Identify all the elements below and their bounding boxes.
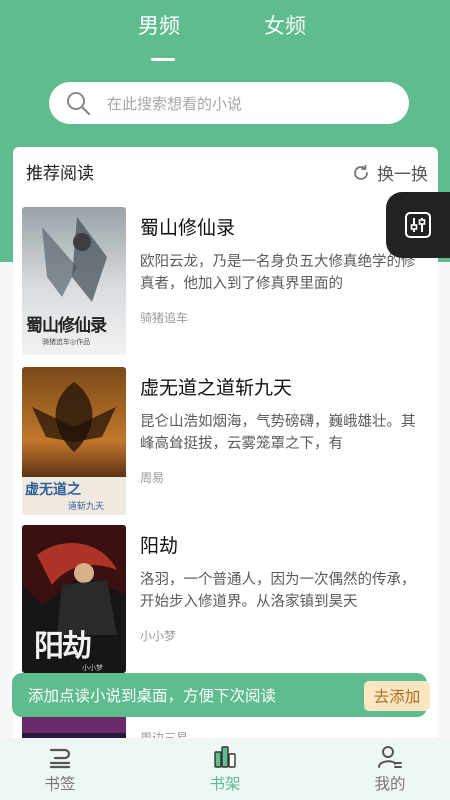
- gender-tabs: 男频 女频: [0, 10, 450, 70]
- recommend-header: 推荐阅读 换一换: [13, 147, 438, 193]
- tab-male[interactable]: 男频: [138, 10, 180, 40]
- nav-label: 我的: [374, 775, 406, 793]
- search-placeholder: 在此搜索想看的小说: [107, 94, 243, 113]
- add-to-desktop-button[interactable]: 去添加: [364, 681, 430, 711]
- recommend-card: 推荐阅读 换一换 蜀山修仙录 骑猪追车◎作品 蜀山修仙录 欧阳云龙，乃是一名身负…: [13, 147, 438, 747]
- settings-float-button[interactable]: [386, 192, 450, 258]
- refresh-label: 换一换: [377, 165, 428, 185]
- sliders-icon: [405, 212, 431, 238]
- nav-item-bookmark[interactable]: 书签: [20, 744, 100, 794]
- cover-title: 阳劫: [34, 629, 92, 664]
- tab-indicator: [151, 58, 175, 61]
- book-cover: 阳劫 小小梦: [22, 525, 126, 673]
- add-to-desktop-banner: 添加点读小说到桌面，方便下次阅读 去添加: [12, 673, 430, 717]
- book-cover: 蜀山修仙录 骑猪追车◎作品: [22, 207, 126, 355]
- book-item[interactable]: 阳劫 小小梦 阳劫 洛羽，一个普通人，因为一次偶然的传承，开始步入修道界。从洛家…: [22, 525, 432, 675]
- bookmark-icon: [49, 748, 71, 769]
- cover-title: 蜀山修仙录: [26, 316, 107, 336]
- refresh-icon: [354, 164, 368, 180]
- search-icon: [67, 92, 91, 116]
- cover-title: 虚无道之: [25, 482, 81, 498]
- book-description: 洛羽，一个普通人，因为一次偶然的传承，开始步入修道界。从洛家镇到昊天: [140, 572, 416, 610]
- book-item[interactable]: 虚无道之 道斩九天 虚无道之道斩九天 昆仑山浩如烟海，气势磅礴，巍峨雄壮。其峰高…: [22, 367, 432, 517]
- nav-label: 书架: [209, 775, 241, 793]
- banner-text: 添加点读小说到桌面，方便下次阅读: [28, 687, 277, 705]
- bottom-nav: 书签 书架 我的: [0, 738, 450, 800]
- user-icon: [378, 746, 402, 768]
- book-title: 阳劫: [140, 535, 179, 557]
- cover-subtitle: 道斩九天: [68, 502, 105, 512]
- book-title: 蜀山修仙录: [140, 217, 236, 239]
- book-author: 小小梦: [140, 629, 177, 643]
- bookshelf-icon: [214, 746, 236, 768]
- nav-item-mine[interactable]: 我的: [350, 744, 430, 794]
- search-bar[interactable]: 在此搜索想看的小说: [49, 82, 409, 124]
- tab-female[interactable]: 女频: [264, 10, 306, 40]
- book-title: 虚无道之道斩九天: [140, 377, 293, 399]
- nav-label: 书签: [44, 775, 76, 793]
- refresh-button[interactable]: 换一换: [351, 160, 428, 185]
- book-author: 周易: [140, 471, 165, 485]
- cover-subtitle: 小小梦: [82, 664, 103, 672]
- book-description: 昆仑山浩如烟海，气势磅礴，巍峨雄壮。其峰高耸挺拔，云雾笼罩之下，有: [140, 414, 416, 452]
- book-author: 骑猪追车: [140, 311, 189, 325]
- nav-item-bookshelf[interactable]: 书架: [185, 744, 265, 794]
- recommend-title: 推荐阅读: [26, 164, 94, 184]
- book-item[interactable]: 蜀山修仙录 骑猪追车◎作品 蜀山修仙录 欧阳云龙，乃是一名身负五大修真绝学的修真…: [22, 207, 432, 357]
- cover-subtitle: 骑猪追车◎作品: [42, 338, 91, 346]
- book-cover: 虚无道之 道斩九天: [22, 367, 126, 515]
- book-description: 欧阳云龙，乃是一名身负五大修真绝学的修真者，他加入到了修真界里面的: [140, 254, 416, 292]
